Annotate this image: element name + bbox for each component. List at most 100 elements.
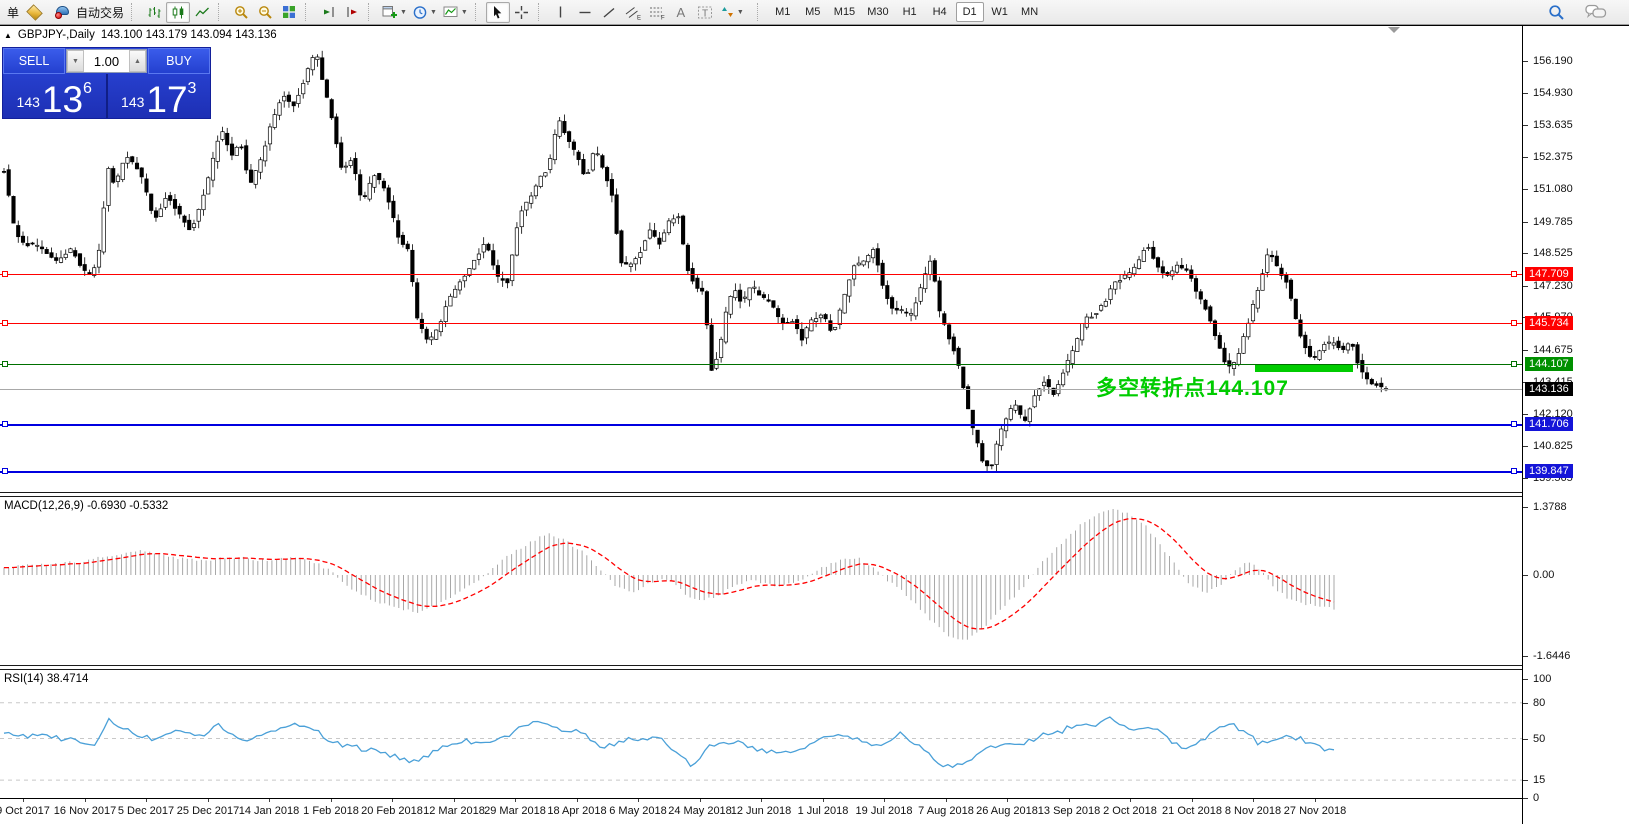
equidistant-channel-button[interactable]: E xyxy=(621,2,645,23)
hline-anchor[interactable] xyxy=(2,421,8,427)
volume-input[interactable]: 1.00 xyxy=(84,50,129,72)
vertical-line-icon xyxy=(554,5,567,19)
price-tick: 100 xyxy=(1533,673,1551,685)
date-tick-mark xyxy=(1130,799,1131,802)
cursor-button[interactable] xyxy=(486,2,510,23)
hline-anchor[interactable] xyxy=(1511,421,1517,427)
svg-text:E: E xyxy=(637,15,641,20)
chart-shift-button[interactable] xyxy=(340,2,364,23)
hline-anchor[interactable] xyxy=(2,320,8,326)
price-tick: 1.3788 xyxy=(1533,501,1567,513)
highlight-rectangle[interactable] xyxy=(1255,365,1353,372)
hline-139.847[interactable] xyxy=(0,471,1522,473)
fibonacci-button[interactable]: F xyxy=(645,2,669,23)
vertical-line-button[interactable] xyxy=(549,2,573,23)
autotrading-button[interactable] xyxy=(52,2,73,23)
buy-price-handle: 143 xyxy=(121,94,144,110)
svg-text:A: A xyxy=(677,5,686,19)
candlestick-chart-button[interactable] xyxy=(166,2,190,23)
axis-tick-mark xyxy=(1523,189,1528,190)
trendline-icon xyxy=(602,6,616,19)
tile-windows-button[interactable] xyxy=(277,2,301,23)
chart-title: ▲ GBPJPY-,Daily 143.100 143.179 143.094 … xyxy=(4,29,277,41)
periods-button[interactable]: ▼ xyxy=(410,2,440,23)
toolbar-grip xyxy=(218,3,225,21)
timeframe-m1[interactable]: M1 xyxy=(769,2,797,22)
hline-141.706[interactable] xyxy=(0,424,1522,426)
volume-decrease-button[interactable]: ▼ xyxy=(67,50,84,72)
volume-increase-button[interactable]: ▲ xyxy=(129,50,146,72)
candlestick-chart-icon xyxy=(171,6,186,19)
date-label: 1 Feb 2018 xyxy=(303,805,359,817)
cursor-icon xyxy=(490,5,505,20)
axis-tick-mark xyxy=(1523,575,1528,576)
new-order-button[interactable]: 单 xyxy=(4,4,22,21)
annotation-text[interactable]: 多空转折点144.107 xyxy=(1096,372,1289,402)
horizontal-line-button[interactable] xyxy=(573,2,597,23)
sell-price[interactable]: 143 13 6 xyxy=(3,74,108,118)
date-tick-mark xyxy=(146,799,147,802)
hline-anchor[interactable] xyxy=(1511,361,1517,367)
new-chart-icon xyxy=(382,5,398,20)
sell-button[interactable]: SELL xyxy=(3,48,65,74)
date-tick-mark xyxy=(1253,799,1254,802)
trendline-button[interactable] xyxy=(597,2,621,23)
text-button[interactable]: A xyxy=(669,2,693,23)
bid-price-line xyxy=(0,389,1522,390)
timeframe-d1[interactable]: D1 xyxy=(956,2,984,22)
chart-window: ▲ GBPJPY-,Daily 143.100 143.179 143.094 … xyxy=(0,25,1629,824)
hline-147.709[interactable] xyxy=(0,274,1522,275)
new-order-icon-button[interactable] xyxy=(22,2,46,23)
hline-145.734[interactable] xyxy=(0,323,1522,324)
hline-anchor[interactable] xyxy=(1511,320,1517,326)
timeframe-mn[interactable]: MN xyxy=(1016,2,1044,22)
buy-price[interactable]: 143 17 3 xyxy=(108,74,211,118)
templates-button[interactable]: ▼ xyxy=(440,2,471,23)
date-tick-mark xyxy=(454,799,455,802)
price-tick: 0 xyxy=(1533,792,1539,804)
toolbar-grip xyxy=(131,3,138,21)
autotrading-label[interactable]: 自动交易 xyxy=(73,4,127,21)
rsi-pane: RSI(14) 38.4714 xyxy=(0,670,1522,798)
auto-scroll-button[interactable] xyxy=(316,2,340,23)
svg-text:T: T xyxy=(702,8,708,19)
timeframe-m30[interactable]: M30 xyxy=(862,2,893,22)
arrows-button[interactable]: ▼ xyxy=(717,2,747,23)
date-label: 6 May 2018 xyxy=(609,805,666,817)
collapse-arrow-icon[interactable]: ▲ xyxy=(4,31,12,40)
hline-anchor[interactable] xyxy=(1511,271,1517,277)
date-tick-mark xyxy=(946,799,947,802)
date-tick-mark xyxy=(577,799,578,802)
date-axis[interactable]: 9 Oct 201716 Nov 20175 Dec 201725 Dec 20… xyxy=(0,798,1522,824)
date-label: 1 Jul 2018 xyxy=(798,805,849,817)
price-tick: 50 xyxy=(1533,733,1545,745)
timeframe-h1[interactable]: H1 xyxy=(896,2,924,22)
timeframe-m15[interactable]: M15 xyxy=(829,2,860,22)
date-label: 20 Feb 2018 xyxy=(361,805,423,817)
timeframe-h4[interactable]: H4 xyxy=(926,2,954,22)
chart-shift-icon xyxy=(345,5,360,19)
bar-chart-button[interactable] xyxy=(142,2,166,23)
hline-anchor[interactable] xyxy=(2,361,8,367)
hline-anchor[interactable] xyxy=(2,271,8,277)
line-chart-button[interactable] xyxy=(190,2,214,23)
buy-button[interactable]: BUY xyxy=(148,48,210,74)
hline-anchor[interactable] xyxy=(1511,468,1517,474)
chat-icon[interactable] xyxy=(1585,4,1607,20)
zoom-in-button[interactable] xyxy=(229,2,253,23)
date-label: 7 Aug 2018 xyxy=(918,805,974,817)
new-chart-button[interactable]: ▼ xyxy=(379,2,410,23)
axis-tick-mark xyxy=(1523,253,1528,254)
chart-shift-marker-icon[interactable] xyxy=(1388,27,1400,33)
macd-chart xyxy=(0,497,1522,665)
search-icon[interactable] xyxy=(1548,4,1565,21)
date-tick-mark xyxy=(1192,799,1193,802)
hline-anchor[interactable] xyxy=(2,468,8,474)
chart-ohlc: 143.100 143.179 143.094 143.136 xyxy=(101,29,277,41)
price-axis[interactable]: 156.190154.930153.635152.375151.080149.7… xyxy=(1522,26,1629,824)
text-label-button[interactable]: T xyxy=(693,2,717,23)
zoom-out-button[interactable] xyxy=(253,2,277,23)
timeframe-m5[interactable]: M5 xyxy=(799,2,827,22)
crosshair-button[interactable] xyxy=(510,2,534,23)
timeframe-w1[interactable]: W1 xyxy=(986,2,1014,22)
